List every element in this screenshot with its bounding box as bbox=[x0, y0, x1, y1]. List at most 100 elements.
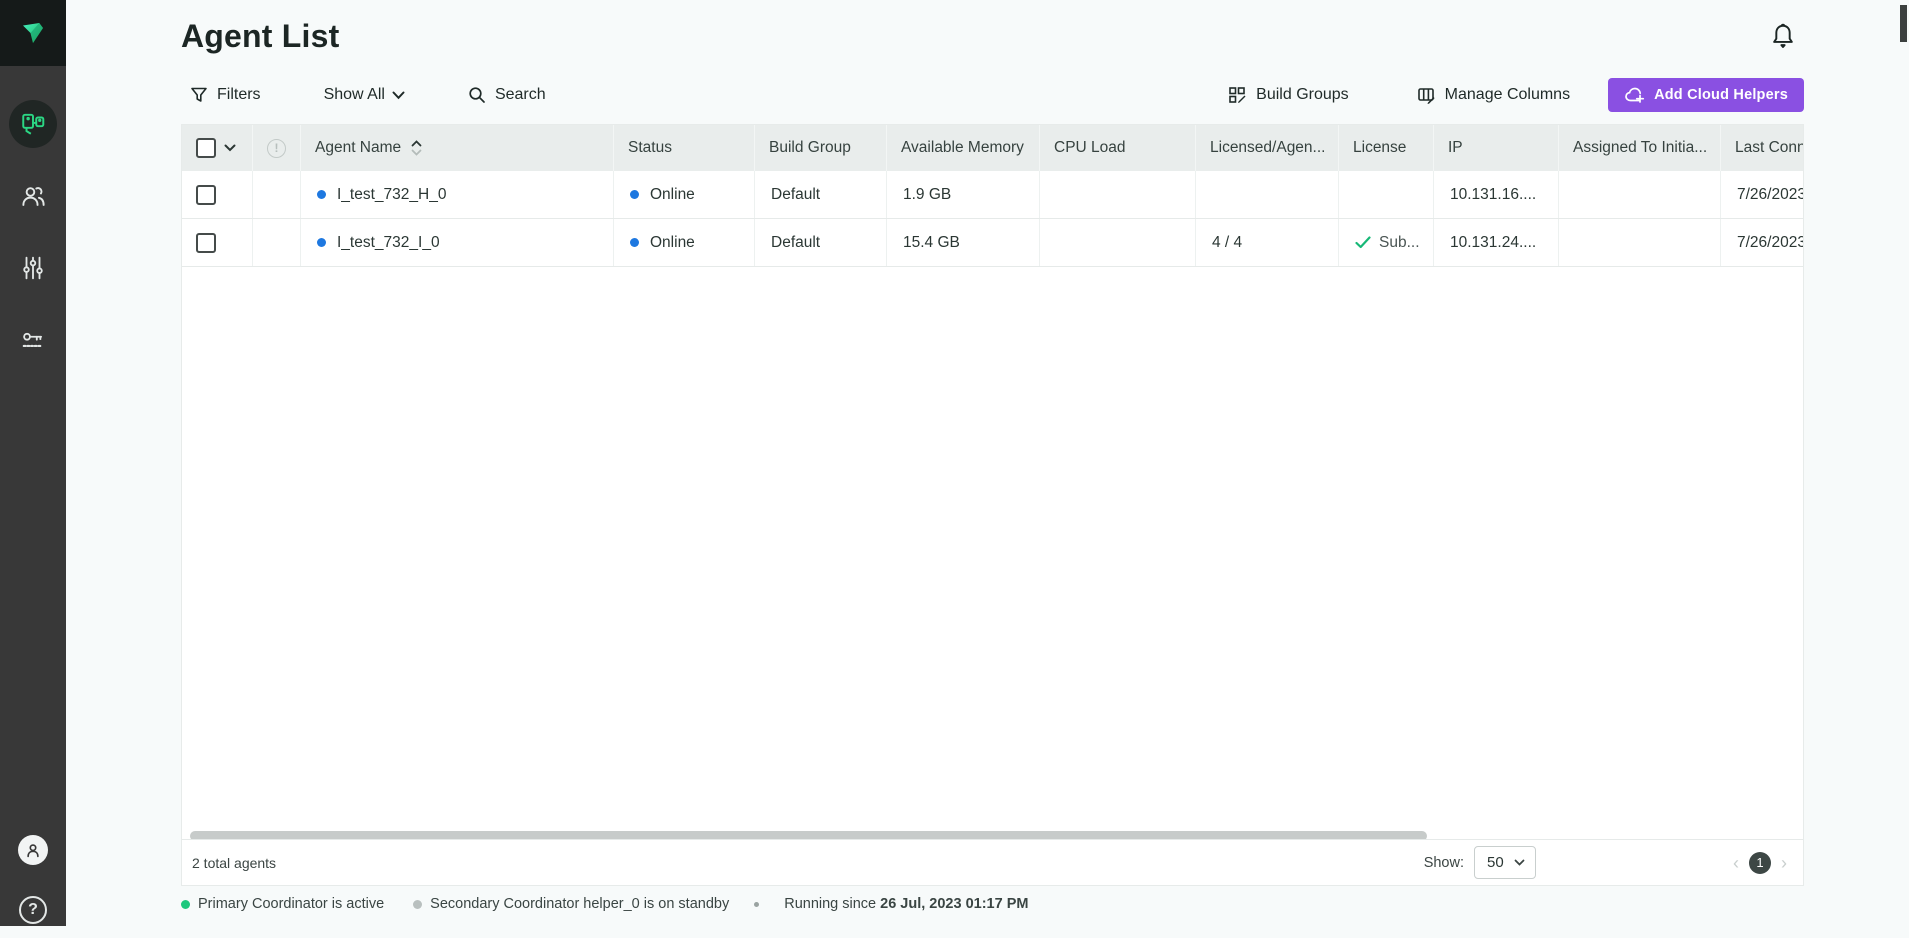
header-license: License bbox=[1339, 125, 1434, 171]
app-logo[interactable] bbox=[0, 0, 66, 66]
header-status-label: Status bbox=[628, 139, 672, 157]
add-cloud-helpers-label: Add Cloud Helpers bbox=[1654, 87, 1788, 103]
row-alert-cell bbox=[253, 219, 301, 266]
sidebar-item-help[interactable]: ? bbox=[0, 882, 66, 938]
status-label: Online bbox=[650, 234, 695, 252]
row-checkbox[interactable] bbox=[196, 185, 216, 205]
agent-name-cell[interactable]: I_test_732_I_0 bbox=[301, 219, 614, 266]
license-check-icon bbox=[1355, 236, 1371, 249]
prev-page-button[interactable]: ‹ bbox=[1733, 854, 1739, 872]
header-build-group-label: Build Group bbox=[769, 139, 851, 157]
assigned-cell bbox=[1559, 171, 1721, 218]
status-label: Online bbox=[650, 186, 695, 204]
add-cloud-helpers-button[interactable]: Add Cloud Helpers bbox=[1608, 78, 1804, 112]
help-icon: ? bbox=[19, 896, 47, 924]
build-group-cell: Default bbox=[755, 219, 887, 266]
sidebar-item-settings[interactable] bbox=[0, 240, 66, 296]
ip-label: 10.131.24.... bbox=[1450, 234, 1536, 252]
agent-name-label: I_test_732_H_0 bbox=[337, 186, 446, 204]
manage-columns-icon bbox=[1417, 86, 1436, 105]
header-status: Status bbox=[614, 125, 755, 171]
table-footer: 2 total agents Show: 50 ‹ 1 › bbox=[182, 839, 1803, 885]
search-icon bbox=[468, 86, 486, 104]
filters-label: Filters bbox=[217, 86, 261, 104]
last-connected-label: 7/26/2023 0 bbox=[1737, 186, 1804, 204]
agent-status-dot bbox=[317, 238, 326, 247]
available-memory-label: 15.4 GB bbox=[903, 234, 960, 252]
header-last-connected-label: Last Connec bbox=[1735, 139, 1804, 157]
select-menu-chevron-icon[interactable] bbox=[224, 144, 236, 152]
build-groups-label: Build Groups bbox=[1256, 86, 1349, 104]
current-page-button[interactable]: 1 bbox=[1749, 852, 1771, 874]
header-licensed: Licensed/Agen... bbox=[1196, 125, 1339, 171]
ip-cell: 10.131.16.... bbox=[1434, 171, 1559, 218]
cloud-plus-icon bbox=[1624, 87, 1645, 104]
header-agent-name[interactable]: Agent Name bbox=[301, 125, 614, 171]
show-all-dropdown[interactable]: Show All bbox=[324, 86, 405, 104]
page-size-select[interactable]: 50 bbox=[1474, 846, 1536, 879]
separator-dot bbox=[754, 902, 759, 907]
row-select-cell bbox=[182, 219, 253, 266]
manage-columns-label: Manage Columns bbox=[1445, 86, 1570, 104]
running-since-time: 26 Jul, 2023 01:17 PM bbox=[880, 896, 1028, 912]
last-connected-cell: 7/26/2023 0 bbox=[1721, 219, 1804, 266]
online-dot bbox=[630, 238, 639, 247]
available-memory-cell: 1.9 GB bbox=[887, 171, 1040, 218]
header-assigned: Assigned To Initia... bbox=[1559, 125, 1721, 171]
window-scrollbar-fragment[interactable] bbox=[1900, 5, 1907, 42]
sidebar-item-agents[interactable] bbox=[0, 96, 66, 152]
chevron-down-icon bbox=[392, 91, 405, 100]
header-select-cell bbox=[182, 125, 253, 171]
manage-columns-button[interactable]: Manage Columns bbox=[1417, 86, 1570, 105]
secondary-coordinator-label: Secondary Coordinator helper_0 is on sta… bbox=[430, 896, 729, 912]
chevron-down-icon bbox=[1514, 859, 1525, 866]
agents-table: ! Agent Name Status Build Group Availabl… bbox=[181, 124, 1804, 886]
header-assigned-label: Assigned To Initia... bbox=[1573, 139, 1707, 157]
ip-cell: 10.131.24.... bbox=[1434, 219, 1559, 266]
sort-icon[interactable] bbox=[411, 140, 422, 156]
ip-label: 10.131.16.... bbox=[1450, 186, 1536, 204]
sliders-icon bbox=[20, 255, 46, 281]
header-last-connected: Last Connec bbox=[1721, 125, 1804, 171]
header-ip: IP bbox=[1434, 125, 1559, 171]
table-row[interactable]: I_test_732_H_0 Online Default 1.9 GB 10.… bbox=[182, 171, 1803, 219]
table-row[interactable]: I_test_732_I_0 Online Default 15.4 GB 4 … bbox=[182, 219, 1803, 267]
primary-coordinator-label: Primary Coordinator is active bbox=[198, 896, 384, 912]
search-label: Search bbox=[495, 86, 546, 104]
row-checkbox[interactable] bbox=[196, 233, 216, 253]
licensed-cell bbox=[1196, 171, 1339, 218]
sidebar: ? bbox=[0, 0, 66, 926]
last-connected-cell: 7/26/2023 0 bbox=[1721, 171, 1804, 218]
coordinator-status-bar: Primary Coordinator is active Secondary … bbox=[181, 896, 1028, 912]
assigned-cell bbox=[1559, 219, 1721, 266]
agents-icon bbox=[20, 111, 46, 137]
license-cell: Sub... bbox=[1339, 219, 1434, 266]
select-all-checkbox[interactable] bbox=[196, 138, 216, 158]
cpu-load-cell bbox=[1040, 171, 1196, 218]
header-available-memory-label: Available Memory bbox=[901, 139, 1024, 157]
build-groups-button[interactable]: Build Groups bbox=[1228, 86, 1349, 105]
alert-circle-icon: ! bbox=[267, 139, 286, 158]
next-page-button[interactable]: › bbox=[1781, 854, 1787, 872]
sidebar-item-license[interactable] bbox=[0, 312, 66, 368]
agent-status-dot bbox=[317, 190, 326, 199]
filters-button[interactable]: Filters bbox=[190, 86, 261, 104]
last-connected-label: 7/26/2023 0 bbox=[1737, 234, 1804, 252]
header-licensed-label: Licensed/Agen... bbox=[1210, 139, 1325, 157]
page-size-value: 50 bbox=[1487, 854, 1504, 871]
license-label: Sub... bbox=[1379, 234, 1420, 252]
sidebar-item-profile[interactable] bbox=[0, 822, 66, 878]
header-license-label: License bbox=[1353, 139, 1406, 157]
search-button[interactable]: Search bbox=[468, 86, 546, 104]
show-all-label: Show All bbox=[324, 86, 385, 104]
row-select-cell bbox=[182, 171, 253, 218]
sidebar-item-users[interactable] bbox=[0, 168, 66, 224]
bell-icon bbox=[1770, 22, 1796, 50]
filter-funnel-icon bbox=[190, 86, 208, 104]
build-group-cell: Default bbox=[755, 171, 887, 218]
status-cell: Online bbox=[614, 219, 755, 266]
notification-bell-button[interactable] bbox=[1770, 22, 1796, 50]
table-header-row: ! Agent Name Status Build Group Availabl… bbox=[182, 125, 1803, 171]
agent-name-cell[interactable]: I_test_732_H_0 bbox=[301, 171, 614, 218]
primary-status-dot bbox=[181, 900, 190, 909]
